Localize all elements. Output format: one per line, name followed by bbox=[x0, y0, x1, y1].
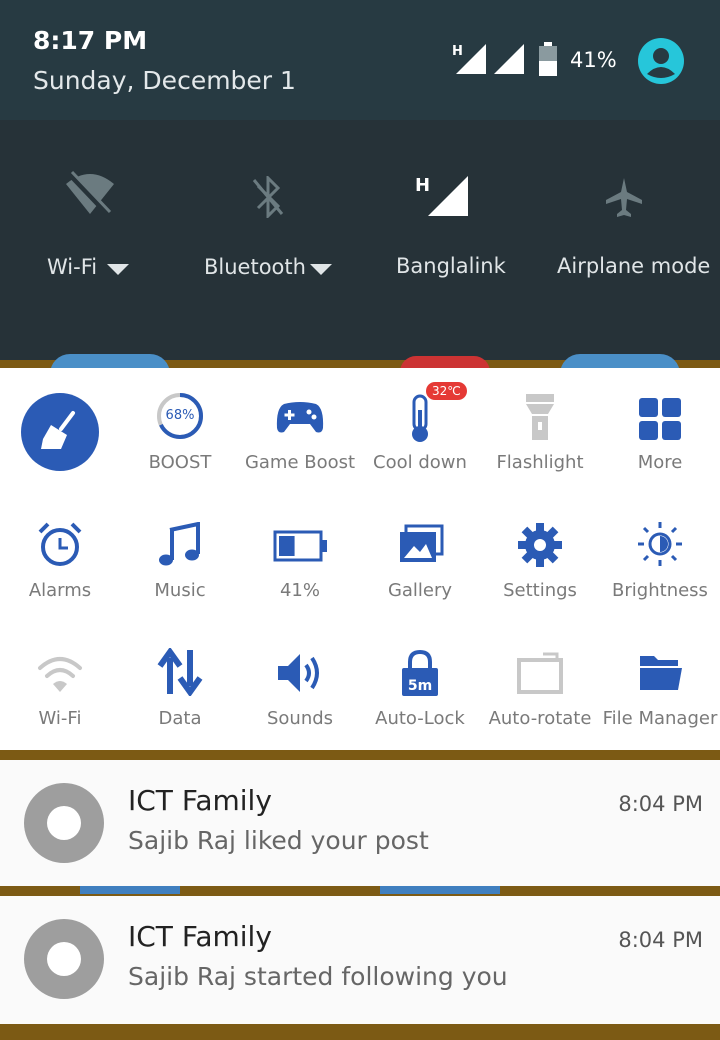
tool-settings[interactable]: Settings bbox=[480, 496, 600, 624]
tool-label: Wi-Fi bbox=[38, 708, 82, 729]
tool-auto-lock[interactable]: 5m Auto-Lock bbox=[360, 624, 480, 750]
tool-wifi[interactable]: Wi-Fi bbox=[0, 624, 120, 750]
bluetooth-off-icon bbox=[252, 176, 284, 218]
tool-music[interactable]: Music bbox=[120, 496, 240, 624]
tool-brightness[interactable]: Brightness bbox=[600, 496, 720, 624]
notification-card[interactable]: ICT Family Sajib Raj started following y… bbox=[0, 896, 720, 1024]
rotate-icon bbox=[517, 652, 563, 694]
notification-card[interactable]: ICT Family Sajib Raj liked your post 8:0… bbox=[0, 760, 720, 886]
tool-label: File Manager bbox=[602, 708, 718, 729]
qs-wifi-tile[interactable]: Wi-Fi bbox=[20, 120, 180, 360]
notification-title: ICT Family bbox=[128, 920, 272, 953]
tool-label: Alarms bbox=[28, 580, 92, 601]
clock-time: 8:17 PM bbox=[33, 26, 148, 55]
tool-label: Auto-Lock bbox=[375, 708, 465, 729]
tool-label: Cool down bbox=[373, 452, 467, 473]
broom-icon bbox=[21, 393, 99, 471]
grid-icon bbox=[639, 398, 681, 440]
tool-sounds[interactable]: Sounds bbox=[240, 624, 360, 750]
tool-label: Gallery bbox=[387, 580, 453, 601]
qs-airplane-label: Airplane mode bbox=[557, 254, 711, 278]
wifi-off-icon bbox=[66, 170, 114, 216]
chevron-down-icon[interactable] bbox=[107, 264, 129, 276]
qs-cellular-label: Banglalink bbox=[396, 254, 506, 278]
notification-title: ICT Family bbox=[128, 784, 272, 817]
battery-percent: 41% bbox=[570, 48, 617, 72]
tool-label: Music bbox=[154, 580, 206, 601]
quick-settings: Wi-Fi Bluetooth H Banglalink Airplane mo… bbox=[0, 120, 720, 360]
tool-label: More bbox=[637, 452, 683, 473]
speaker-icon bbox=[278, 654, 319, 692]
notification-text: Sajib Raj started following you bbox=[128, 962, 508, 991]
tool-label: Sounds bbox=[266, 708, 334, 729]
tool-label: Flashlight bbox=[496, 452, 584, 473]
status-bar: 8:17 PM Sunday, December 1 H 41% bbox=[0, 0, 720, 120]
tool-auto-rotate[interactable]: Auto-rotate bbox=[480, 624, 600, 750]
tool-file-manager[interactable]: File Manager bbox=[600, 624, 720, 750]
battery-icon bbox=[539, 42, 557, 76]
avatar-icon[interactable] bbox=[638, 38, 684, 84]
brightness-icon bbox=[638, 522, 682, 566]
tool-label: Settings bbox=[503, 580, 577, 601]
app-avatar-icon bbox=[24, 783, 104, 863]
notification-time: 8:04 PM bbox=[618, 792, 703, 816]
gamepad-icon bbox=[276, 402, 324, 433]
folder-icon bbox=[640, 656, 682, 690]
tool-label: BOOST bbox=[148, 452, 212, 473]
tool-label: Brightness bbox=[612, 580, 708, 601]
flashlight-icon bbox=[526, 394, 554, 440]
tool-gallery[interactable]: Gallery bbox=[360, 496, 480, 624]
tool-more[interactable]: More bbox=[600, 368, 720, 496]
qs-airplane-tile[interactable]: Airplane mode bbox=[550, 120, 720, 360]
tool-label: Data bbox=[158, 708, 202, 729]
tool-label: Auto-rotate bbox=[488, 708, 592, 729]
gallery-icon bbox=[400, 524, 444, 562]
tool-flashlight[interactable]: Flashlight bbox=[480, 368, 600, 496]
alarm-clock-icon bbox=[38, 522, 82, 566]
tool-alarms[interactable]: Alarms bbox=[0, 496, 120, 624]
notification-time: 8:04 PM bbox=[618, 928, 703, 952]
tool-boost[interactable]: 68% BOOST bbox=[120, 368, 240, 496]
cell-signal-icon bbox=[494, 44, 524, 74]
app-avatar-icon bbox=[24, 919, 104, 999]
cleaner-button[interactable] bbox=[0, 368, 120, 496]
airplane-icon bbox=[606, 178, 642, 217]
qs-bluetooth-label: Bluetooth bbox=[204, 255, 306, 279]
tool-battery[interactable]: 41% bbox=[240, 496, 360, 624]
tool-label: 41% bbox=[279, 580, 320, 601]
cell-signal-icon bbox=[428, 176, 468, 216]
temperature-badge: 32℃ bbox=[426, 382, 467, 400]
date-label: Sunday, December 1 bbox=[33, 66, 296, 95]
data-arrows-icon bbox=[157, 648, 203, 696]
thermometer-icon bbox=[412, 394, 428, 442]
cell-signal-icon bbox=[456, 44, 486, 74]
music-note-icon bbox=[159, 522, 200, 566]
qs-cellular-tile[interactable]: H Banglalink bbox=[370, 120, 530, 360]
battery-icon bbox=[273, 530, 327, 562]
gear-icon bbox=[518, 523, 562, 567]
tool-label: Game Boost bbox=[244, 452, 356, 473]
tool-cool-down[interactable]: 32℃ Cool down bbox=[360, 368, 480, 496]
boost-percent: 68% bbox=[165, 408, 195, 423]
tool-game-boost[interactable]: Game Boost bbox=[240, 368, 360, 496]
notification-text: Sajib Raj liked your post bbox=[128, 826, 429, 855]
qs-bluetooth-tile[interactable]: Bluetooth bbox=[190, 120, 350, 360]
tool-data[interactable]: Data bbox=[120, 624, 240, 750]
qs-wifi-label: Wi-Fi bbox=[47, 255, 98, 279]
auto-lock-value: 5m bbox=[407, 678, 433, 694]
chevron-down-icon[interactable] bbox=[310, 264, 332, 276]
toolbox-panel: 68% BOOST Game Boost 32℃ Cool down Flash… bbox=[0, 368, 720, 750]
wifi-icon bbox=[38, 657, 82, 692]
